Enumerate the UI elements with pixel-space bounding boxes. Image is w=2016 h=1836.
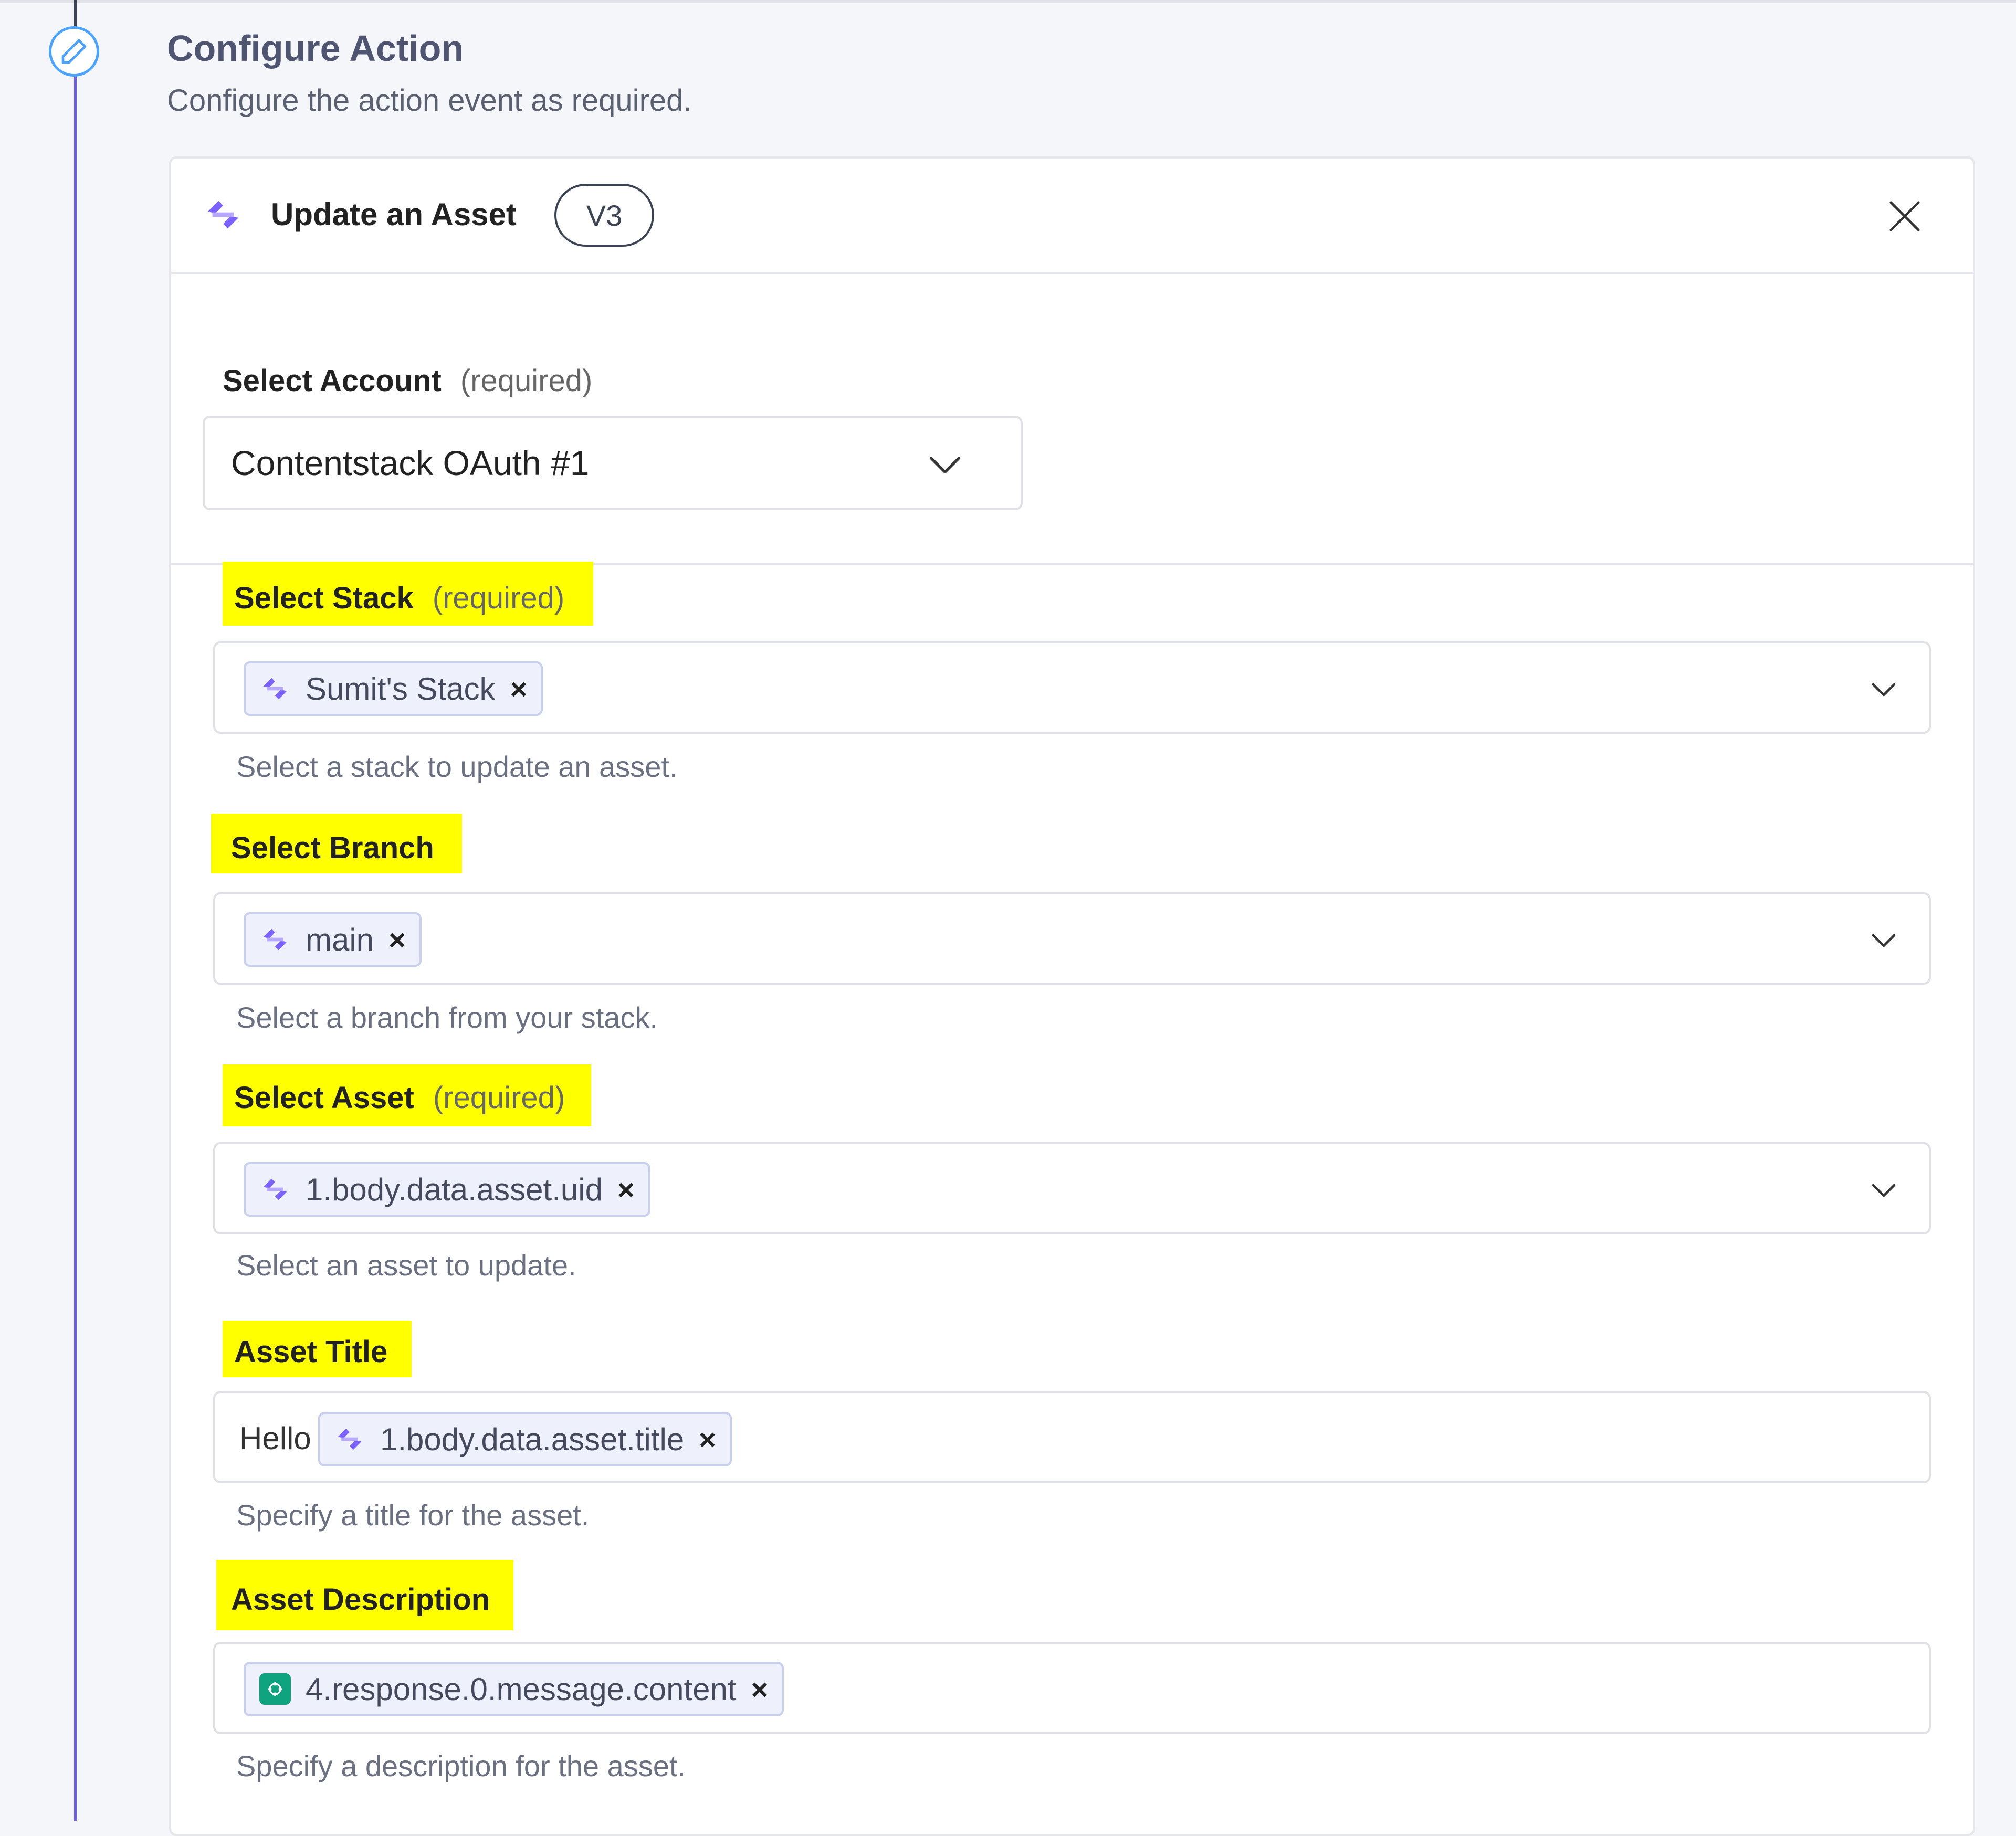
asset-help-text: Select an asset to update. [236, 1249, 576, 1282]
close-button[interactable] [1884, 195, 1926, 237]
contentstack-icon [263, 928, 287, 951]
close-small-icon[interactable]: × [510, 672, 528, 706]
branch-help-text: Select a branch from your stack. [236, 1001, 658, 1034]
stack-label: Select Stack (required) [234, 581, 565, 615]
pencil-icon[interactable] [49, 26, 99, 77]
contentstack-icon [263, 678, 287, 700]
close-small-icon[interactable]: × [388, 923, 406, 957]
version-badge[interactable]: V3 [554, 184, 654, 247]
workflow-timeline [74, 0, 77, 1821]
close-small-icon[interactable]: × [617, 1173, 635, 1207]
asset-title-input[interactable]: Hello 1.body.data.asset.title × [213, 1391, 1931, 1483]
asset-chip: 1.body.data.asset.uid × [244, 1162, 650, 1217]
openai-icon [259, 1673, 291, 1705]
branch-select[interactable]: main × [213, 892, 1931, 985]
branch-chip: main × [244, 912, 422, 967]
card-title: Update an Asset [271, 197, 517, 232]
stack-help-text: Select a stack to update an asset. [236, 750, 678, 783]
stack-chip-label: Sumit's Stack [306, 671, 496, 706]
asset-title-prefix: Hello [239, 1421, 311, 1456]
chevron-down-icon [924, 444, 966, 489]
close-small-icon[interactable]: × [751, 1672, 769, 1706]
stack-select[interactable]: Sumit's Stack × [213, 641, 1931, 734]
asset-description-label: Asset Description [231, 1582, 490, 1617]
contentstack-icon [338, 1428, 362, 1450]
asset-title-label: Asset Title [234, 1335, 388, 1369]
asset-description-chip-label: 4.response.0.message.content [306, 1671, 737, 1707]
account-select[interactable]: Contentstack OAuth #1 [203, 416, 1023, 510]
asset-description-chip: 4.response.0.message.content × [244, 1662, 784, 1716]
close-small-icon[interactable]: × [699, 1422, 716, 1457]
close-icon [1889, 201, 1920, 231]
asset-description-help-text: Specify a description for the asset. [236, 1749, 686, 1782]
asset-select[interactable]: 1.body.data.asset.uid × [213, 1142, 1931, 1234]
asset-title-help-text: Specify a title for the asset. [236, 1499, 590, 1532]
contentstack-icon [203, 196, 244, 236]
account-section: Select Account (required) Contentstack OA… [171, 274, 1973, 565]
asset-label: Select Asset (required) [234, 1081, 565, 1115]
account-select-value: Contentstack OAuth #1 [231, 444, 590, 482]
asset-title-chip: 1.body.data.asset.title × [318, 1412, 732, 1466]
top-divider [0, 0, 2016, 3]
asset-title-chip-label: 1.body.data.asset.title [380, 1421, 685, 1457]
asset-chip-label: 1.body.data.asset.uid [306, 1172, 603, 1207]
card-header: Update an Asset V3 [171, 159, 1973, 274]
account-label: Select Account (required) [223, 364, 593, 398]
action-card: Update an Asset V3 Select Account (requir… [169, 156, 1975, 1836]
branch-chip-label: main [306, 922, 374, 957]
chevron-down-icon[interactable] [1868, 1175, 1899, 1209]
chevron-down-icon[interactable] [1868, 925, 1899, 959]
stack-chip: Sumit's Stack × [244, 661, 543, 716]
step-subtitle: Configure the action event as required. [167, 83, 692, 118]
contentstack-icon [263, 1178, 287, 1200]
branch-label: Select Branch [231, 831, 434, 865]
asset-description-input[interactable]: 4.response.0.message.content × [213, 1642, 1931, 1734]
chevron-down-icon[interactable] [1868, 674, 1899, 708]
step-title: Configure Action [167, 28, 464, 69]
